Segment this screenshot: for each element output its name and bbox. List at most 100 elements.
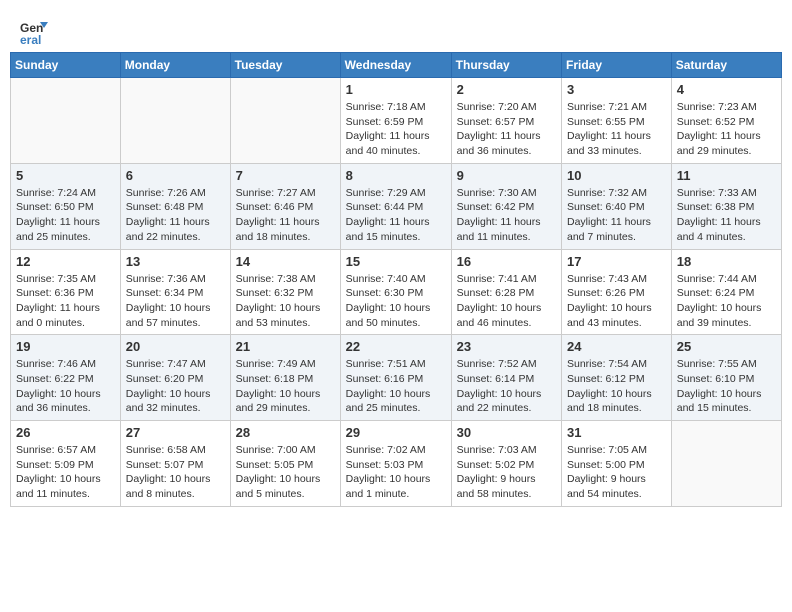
calendar-cell: 12Sunrise: 7:35 AM Sunset: 6:36 PM Dayli… [11,249,121,335]
calendar-table: SundayMondayTuesdayWednesdayThursdayFrid… [10,52,782,507]
day-info: Sunrise: 7:52 AM Sunset: 6:14 PM Dayligh… [457,357,556,416]
day-number: 27 [126,425,225,440]
weekday-header: Wednesday [340,53,451,78]
calendar-cell: 1 Sunrise: 7:18 AM Sunset: 6:59 PM Daylig… [340,78,451,164]
day-info: Sunrise: 7:38 AM Sunset: 6:32 PM Dayligh… [236,272,335,331]
calendar-cell: 6 Sunrise: 7:26 AM Sunset: 6:48 PM Daylig… [120,163,230,249]
day-number: 29 [346,425,446,440]
calendar-cell: 8 Sunrise: 7:29 AM Sunset: 6:44 PM Daylig… [340,163,451,249]
day-number: 3 [567,82,666,97]
calendar-cell [230,78,340,164]
day-info: Sunrise: 7:03 AM Sunset: 5:02 PM Dayligh… [457,443,556,502]
day-number: 19 [16,339,115,354]
day-info: Sunrise: 7:05 AM Sunset: 5:00 PM Dayligh… [567,443,666,502]
calendar-cell: 29 Sunrise: 7:02 AM Sunset: 5:03 PM Dayli… [340,421,451,507]
day-number: 22 [346,339,446,354]
day-number: 9 [457,168,556,183]
calendar-cell: 31 Sunrise: 7:05 AM Sunset: 5:00 PM Dayli… [562,421,672,507]
calendar-cell: 18 Sunrise: 7:44 AM Sunset: 6:24 PM Dayli… [671,249,781,335]
day-info: Sunrise: 6:58 AM Sunset: 5:07 PM Dayligh… [126,443,225,502]
day-number: 8 [346,168,446,183]
calendar-cell: 21Sunrise: 7:49 AM Sunset: 6:18 PM Dayli… [230,335,340,421]
day-info: Sunrise: 7:27 AM Sunset: 6:46 PM Dayligh… [236,186,335,245]
day-number: 18 [677,254,776,269]
day-number: 26 [16,425,115,440]
day-info: Sunrise: 7:33 AM Sunset: 6:38 PM Dayligh… [677,186,776,245]
calendar-cell: 5 Sunrise: 7:24 AM Sunset: 6:50 PM Daylig… [11,163,121,249]
day-info: Sunrise: 7:23 AM Sunset: 6:52 PM Dayligh… [677,100,776,159]
svg-text:eral: eral [20,33,41,46]
day-info: Sunrise: 6:57 AM Sunset: 5:09 PM Dayligh… [16,443,115,502]
calendar-cell: 16 Sunrise: 7:41 AM Sunset: 6:28 PM Dayli… [451,249,561,335]
day-number: 15 [346,254,446,269]
day-number: 4 [677,82,776,97]
day-number: 25 [677,339,776,354]
calendar-cell: 27 Sunrise: 6:58 AM Sunset: 5:07 PM Dayli… [120,421,230,507]
day-info: Sunrise: 7:51 AM Sunset: 6:16 PM Dayligh… [346,357,446,416]
day-info: Sunrise: 7:18 AM Sunset: 6:59 PM Dayligh… [346,100,446,159]
day-number: 24 [567,339,666,354]
calendar-week-row: 5 Sunrise: 7:24 AM Sunset: 6:50 PM Daylig… [11,163,782,249]
logo-icon: Gen eral [20,18,48,46]
day-info: Sunrise: 7:47 AM Sunset: 6:20 PM Dayligh… [126,357,225,416]
calendar-week-row: 19 Sunrise: 7:46 AM Sunset: 6:22 PM Dayli… [11,335,782,421]
day-number: 7 [236,168,335,183]
calendar-cell: 26 Sunrise: 6:57 AM Sunset: 5:09 PM Dayli… [11,421,121,507]
calendar-cell: 24Sunrise: 7:54 AM Sunset: 6:12 PM Dayli… [562,335,672,421]
calendar-cell: 19 Sunrise: 7:46 AM Sunset: 6:22 PM Dayli… [11,335,121,421]
calendar-cell: 15 Sunrise: 7:40 AM Sunset: 6:30 PM Dayli… [340,249,451,335]
calendar-cell: 7 Sunrise: 7:27 AM Sunset: 6:46 PM Daylig… [230,163,340,249]
day-info: Sunrise: 7:43 AM Sunset: 6:26 PM Dayligh… [567,272,666,331]
day-info: Sunrise: 7:32 AM Sunset: 6:40 PM Dayligh… [567,186,666,245]
day-number: 5 [16,168,115,183]
calendar-cell: 22 Sunrise: 7:51 AM Sunset: 6:16 PM Dayli… [340,335,451,421]
day-number: 17 [567,254,666,269]
day-number: 28 [236,425,335,440]
day-number: 14 [236,254,335,269]
day-number: 16 [457,254,556,269]
weekday-header: Sunday [11,53,121,78]
day-info: Sunrise: 7:24 AM Sunset: 6:50 PM Dayligh… [16,186,115,245]
calendar-cell: 10 Sunrise: 7:32 AM Sunset: 6:40 PM Dayli… [562,163,672,249]
day-info: Sunrise: 7:49 AM Sunset: 6:18 PM Dayligh… [236,357,335,416]
calendar-cell: 20 Sunrise: 7:47 AM Sunset: 6:20 PM Dayli… [120,335,230,421]
day-info: Sunrise: 7:44 AM Sunset: 6:24 PM Dayligh… [677,272,776,331]
day-number: 1 [346,82,446,97]
weekday-header: Thursday [451,53,561,78]
calendar-cell: 30 Sunrise: 7:03 AM Sunset: 5:02 PM Dayli… [451,421,561,507]
calendar-cell: 11Sunrise: 7:33 AM Sunset: 6:38 PM Dayli… [671,163,781,249]
day-info: Sunrise: 7:02 AM Sunset: 5:03 PM Dayligh… [346,443,446,502]
day-number: 30 [457,425,556,440]
day-info: Sunrise: 7:46 AM Sunset: 6:22 PM Dayligh… [16,357,115,416]
day-info: Sunrise: 7:21 AM Sunset: 6:55 PM Dayligh… [567,100,666,159]
day-number: 13 [126,254,225,269]
day-info: Sunrise: 7:20 AM Sunset: 6:57 PM Dayligh… [457,100,556,159]
day-info: Sunrise: 7:35 AM Sunset: 6:36 PM Dayligh… [16,272,115,331]
calendar-cell: 28 Sunrise: 7:00 AM Sunset: 5:05 PM Dayli… [230,421,340,507]
weekday-header: Friday [562,53,672,78]
day-info: Sunrise: 7:41 AM Sunset: 6:28 PM Dayligh… [457,272,556,331]
day-info: Sunrise: 7:36 AM Sunset: 6:34 PM Dayligh… [126,272,225,331]
day-number: 6 [126,168,225,183]
calendar-cell: 9 Sunrise: 7:30 AM Sunset: 6:42 PM Daylig… [451,163,561,249]
day-number: 20 [126,339,225,354]
calendar-cell: 2 Sunrise: 7:20 AM Sunset: 6:57 PM Daylig… [451,78,561,164]
day-info: Sunrise: 7:00 AM Sunset: 5:05 PM Dayligh… [236,443,335,502]
day-info: Sunrise: 7:40 AM Sunset: 6:30 PM Dayligh… [346,272,446,331]
calendar-cell: 4 Sunrise: 7:23 AM Sunset: 6:52 PM Daylig… [671,78,781,164]
day-info: Sunrise: 7:26 AM Sunset: 6:48 PM Dayligh… [126,186,225,245]
calendar-cell [671,421,781,507]
day-number: 2 [457,82,556,97]
page-header: Gen eral [10,10,782,52]
calendar-header-row: SundayMondayTuesdayWednesdayThursdayFrid… [11,53,782,78]
day-number: 23 [457,339,556,354]
day-info: Sunrise: 7:29 AM Sunset: 6:44 PM Dayligh… [346,186,446,245]
weekday-header: Monday [120,53,230,78]
day-info: Sunrise: 7:55 AM Sunset: 6:10 PM Dayligh… [677,357,776,416]
day-number: 31 [567,425,666,440]
day-info: Sunrise: 7:30 AM Sunset: 6:42 PM Dayligh… [457,186,556,245]
day-number: 10 [567,168,666,183]
calendar-cell [120,78,230,164]
calendar-cell: 17 Sunrise: 7:43 AM Sunset: 6:26 PM Dayli… [562,249,672,335]
calendar-cell: 3 Sunrise: 7:21 AM Sunset: 6:55 PM Daylig… [562,78,672,164]
